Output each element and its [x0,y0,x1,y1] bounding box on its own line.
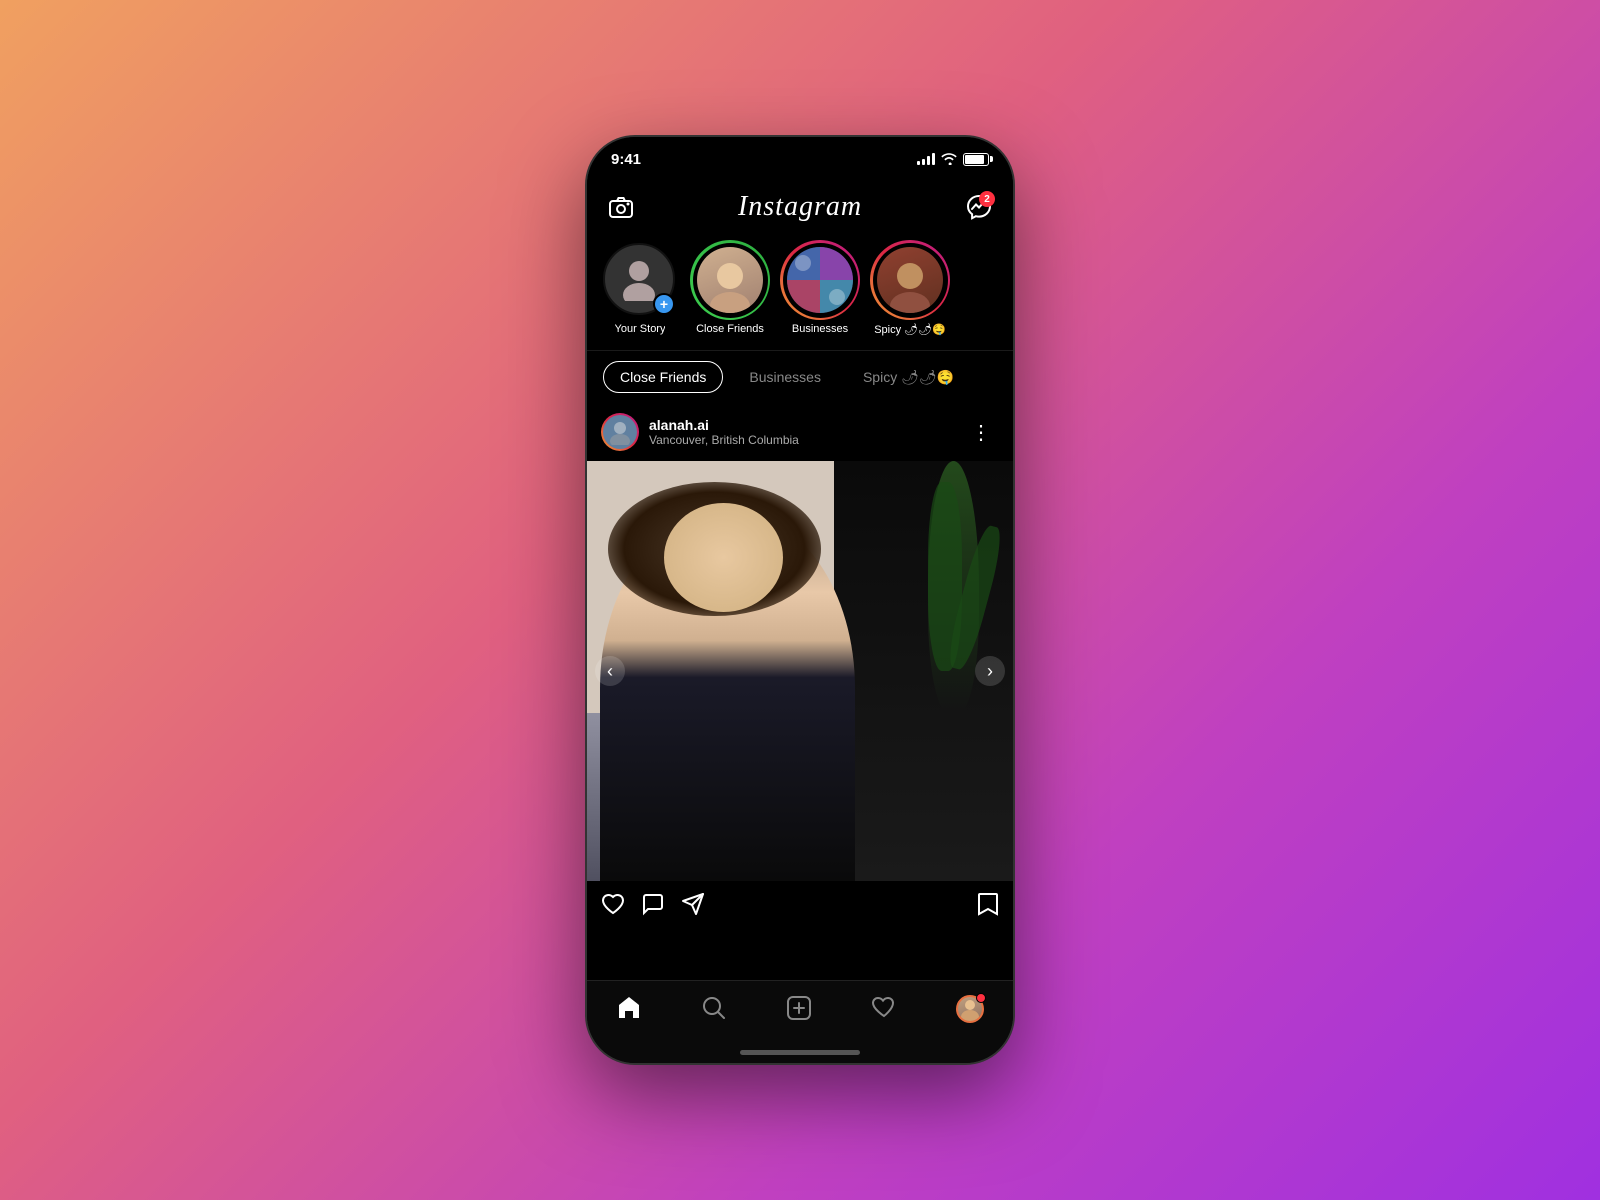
nav-search[interactable] [689,991,739,1025]
filter-tab-close-friends[interactable]: Close Friends [603,361,723,393]
comment-button[interactable] [641,892,665,916]
nav-activity[interactable] [859,991,909,1023]
share-button[interactable] [681,892,705,916]
camera-icon [608,196,634,218]
bookmark-button[interactable] [977,891,999,917]
like-button[interactable] [601,893,625,915]
post-location: Vancouver, British Columbia [649,433,953,447]
activity-heart-icon [871,995,897,1019]
post-avatar[interactable] [601,413,639,451]
camera-button[interactable] [603,189,639,225]
story-item-your-story[interactable]: + Your Story [603,243,677,336]
create-icon [786,995,812,1021]
post-user-info: alanah.ai Vancouver, British Columbia [649,417,953,447]
story-item-close-friends[interactable]: Close Friends [693,243,767,336]
nav-home[interactable] [604,991,654,1025]
phone-frame: 9:41 [585,135,1015,1065]
story-label-businesses: Businesses [792,323,848,335]
post-nav-right[interactable]: › [975,656,1005,686]
post-username[interactable]: alanah.ai [649,417,953,433]
profile-notification-badge [976,993,986,1003]
app-header: Instagram 2 [587,181,1013,233]
story-label-spicy: Spicy 🌶🌶🤤 [874,323,946,336]
status-bar: 9:41 [587,137,1013,181]
businesses-avatar-wrapper [783,243,857,317]
stories-row: + Your Story Close Fr [587,233,1013,350]
wifi-icon [941,153,957,165]
post-header: alanah.ai Vancouver, British Columbia ⋮ [587,403,1013,461]
story-item-spicy[interactable]: Spicy 🌶🌶🤤 [873,243,947,336]
status-icons [917,153,989,166]
home-indicator [740,1050,860,1055]
post-more-button[interactable]: ⋮ [963,416,999,449]
status-time: 9:41 [611,151,641,168]
post: alanah.ai Vancouver, British Columbia ⋮ [587,403,1013,927]
signal-icon [917,153,935,165]
messenger-button[interactable]: 2 [961,189,997,225]
filter-tab-businesses[interactable]: Businesses [733,362,837,392]
filter-tab-spicy[interactable]: Spicy 🌶🌶🤤 [847,362,970,393]
nav-profile[interactable] [944,991,996,1027]
search-icon [701,995,727,1021]
messenger-badge: 2 [979,191,995,207]
battery-icon [963,153,989,166]
home-icon [616,995,642,1021]
spicy-avatar-wrapper [873,243,947,317]
post-nav-left[interactable]: ‹ [595,656,625,686]
close-friends-avatar-wrapper [693,243,767,317]
post-image: ‹ › [587,461,1013,881]
your-story-avatar-wrapper: + [603,243,677,317]
nav-create[interactable] [774,991,824,1025]
post-actions [587,881,1013,927]
story-label-your-story: Your Story [615,323,666,335]
profile-avatar [956,995,984,1023]
story-item-businesses[interactable]: Businesses [783,243,857,336]
filter-tabs: Close Friends Businesses Spicy 🌶🌶🤤 [587,351,1013,403]
story-label-close-friends: Close Friends [696,323,764,335]
instagram-logo: Instagram [738,191,862,223]
your-story-plus-badge: + [653,293,675,315]
